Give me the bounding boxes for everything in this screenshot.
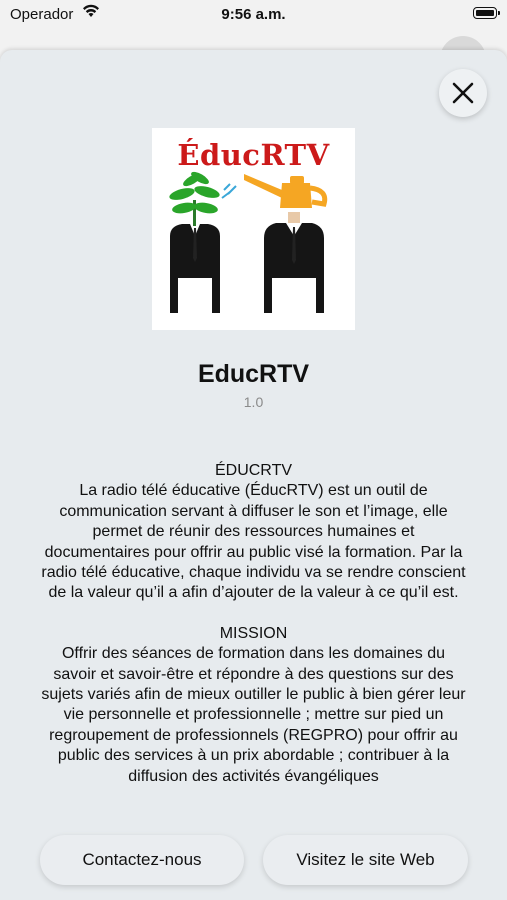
visit-website-button[interactable]: Visitez le site Web <box>263 835 468 885</box>
description-heading-mission: MISSION <box>219 624 288 642</box>
battery-icon <box>473 7 500 19</box>
status-time: 9:56 a.m. <box>221 6 286 23</box>
status-bar: Operador 9:56 a.m. <box>0 0 507 30</box>
description-heading-educrtv: ÉDUCRTV <box>214 462 293 479</box>
app-name: EducRTV <box>197 360 310 388</box>
app-logo: ÉducRTV <box>152 128 355 330</box>
description-paragraph-intro: La radio télé éducative (ÉducRTV) est un… <box>41 482 466 602</box>
about-sheet: ÉducRTV EducRTV 1.0 ÉDUCRTV La radio tél… <box>0 50 507 900</box>
close-button[interactable] <box>439 69 487 117</box>
logo-illustration <box>169 171 328 313</box>
description-paragraph-mission: Offrir des séances de formation dans les… <box>41 645 466 785</box>
app-version: 1.0 <box>243 394 264 410</box>
app-description[interactable]: ÉDUCRTV La radio télé éducative (ÉducRTV… <box>40 461 467 821</box>
close-icon <box>452 82 474 104</box>
contact-us-button[interactable]: Contactez-nous <box>40 835 244 885</box>
